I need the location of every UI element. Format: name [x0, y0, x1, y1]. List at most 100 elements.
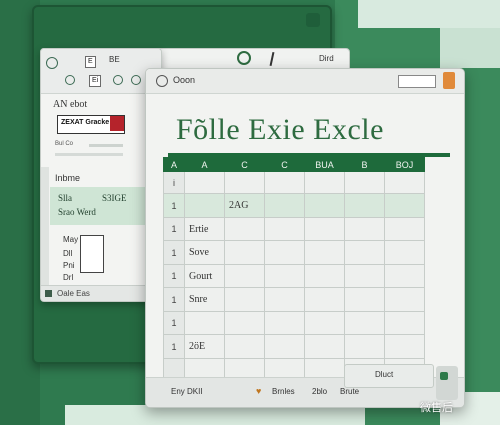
row-header[interactable]: 1: [163, 217, 185, 241]
column-header[interactable]: A: [184, 157, 225, 172]
table-cell[interactable]: [304, 287, 345, 312]
table-cell[interactable]: [264, 171, 305, 194]
table-cell[interactable]: [344, 217, 385, 241]
table-cell[interactable]: [384, 334, 425, 359]
text-placeholder: [55, 153, 123, 156]
table-cell[interactable]: [384, 217, 425, 241]
column-header[interactable]: C: [264, 157, 305, 172]
search-icon[interactable]: [237, 51, 251, 65]
row-header[interactable]: 1: [163, 287, 185, 312]
spreadsheet-window: Ooon Fõlle Exie Excle A A C C BUA B BOJ …: [145, 68, 465, 408]
row-header[interactable]: 1: [163, 311, 185, 335]
table-cell[interactable]: [264, 217, 305, 241]
table-cell[interactable]: [224, 311, 265, 335]
section-label: Inbme: [55, 173, 81, 183]
table-cell[interactable]: [304, 193, 345, 218]
table-cell[interactable]: [224, 287, 265, 312]
table-cell[interactable]: [264, 240, 305, 265]
list-item[interactable]: Drl: [63, 273, 73, 282]
table-cell[interactable]: Snre: [184, 287, 225, 312]
row-header[interactable]: 1: [163, 193, 185, 218]
table-cell[interactable]: [304, 334, 345, 359]
left-sidebar: [41, 167, 49, 293]
table-cell[interactable]: [224, 217, 265, 241]
table-cell[interactable]: [384, 240, 425, 265]
toolbar-label[interactable]: BE: [109, 55, 120, 64]
table-row: 1: [163, 311, 425, 335]
badge-flag: [110, 116, 124, 131]
table-cell[interactable]: [264, 193, 305, 218]
table-cell[interactable]: [264, 311, 305, 335]
table-cell[interactable]: [184, 193, 225, 218]
table-cell[interactable]: [344, 334, 385, 359]
corner-button[interactable]: [436, 366, 458, 400]
column-header[interactable]: BUA: [304, 157, 345, 172]
table-cell[interactable]: [304, 217, 345, 241]
table-cell[interactable]: [264, 264, 305, 288]
table-cell[interactable]: [224, 264, 265, 288]
table-cell[interactable]: [304, 264, 345, 288]
table-cell[interactable]: [264, 334, 305, 359]
status-label[interactable]: Brnles: [272, 387, 295, 396]
table-cell[interactable]: [384, 193, 425, 218]
table-cell[interactable]: [224, 334, 265, 359]
table-cell[interactable]: [304, 311, 345, 335]
table-cell[interactable]: [344, 264, 385, 288]
gear-icon[interactable]: [65, 75, 75, 85]
toolbar-box[interactable]: Ei: [89, 75, 102, 87]
table-cell[interactable]: [384, 287, 425, 312]
row-header[interactable]: 1: [163, 334, 185, 359]
table-cell[interactable]: [224, 240, 265, 265]
window-control[interactable]: [398, 75, 436, 88]
list-item[interactable]: Dll: [63, 249, 72, 258]
status-label: Eny DKII: [171, 387, 203, 396]
status-label[interactable]: Brute: [340, 387, 359, 396]
toolbar-box[interactable]: E: [85, 56, 96, 68]
column-header[interactable]: BOJ: [384, 157, 425, 172]
toolbar-label[interactable]: Dird: [319, 54, 334, 63]
table-cell[interactable]: [344, 240, 385, 265]
row-header[interactable]: i: [163, 171, 185, 194]
table-cell[interactable]: [344, 311, 385, 335]
table-cell[interactable]: [224, 171, 265, 194]
table-cell[interactable]: Ertie: [184, 217, 225, 241]
list-item[interactable]: Pni: [63, 261, 75, 270]
table-cell[interactable]: Gourt: [184, 264, 225, 288]
table-cell[interactable]: [304, 171, 345, 194]
table-cell[interactable]: [384, 171, 425, 194]
background-card: [65, 405, 365, 425]
row-header[interactable]: 1: [163, 240, 185, 265]
table-cell[interactable]: [304, 240, 345, 265]
column-header[interactable]: B: [344, 157, 385, 172]
column-header[interactable]: C: [224, 157, 265, 172]
table-row: i: [163, 171, 425, 194]
table-cell[interactable]: Sove: [184, 240, 225, 265]
list-item[interactable]: May: [63, 235, 78, 244]
table-cell[interactable]: 2AG: [224, 193, 265, 218]
row-header[interactable]: 1: [163, 264, 185, 288]
table-cell[interactable]: [344, 287, 385, 312]
table-cell[interactable]: [344, 171, 385, 194]
close-button[interactable]: [443, 72, 455, 89]
watermark: 微售后: [420, 402, 453, 414]
left-statusbar: Oale Eas: [41, 285, 161, 301]
heart-icon[interactable]: ♥: [256, 386, 261, 396]
column-header[interactable]: A: [163, 157, 185, 172]
share-icon[interactable]: [131, 75, 141, 85]
table-cell[interactable]: [264, 287, 305, 312]
table-cell[interactable]: [344, 193, 385, 218]
window-button[interactable]: [306, 13, 320, 27]
highlight-text: Srao Werd: [58, 207, 96, 217]
record-icon[interactable]: [46, 57, 58, 69]
table-cell[interactable]: [184, 171, 225, 194]
table-cell[interactable]: [384, 264, 425, 288]
pen-icon[interactable]: [269, 51, 275, 67]
table-cell[interactable]: [384, 311, 425, 335]
table-row: 1 2ӧE: [163, 334, 425, 359]
popup-panel[interactable]: Dluct: [344, 364, 434, 388]
refresh-icon[interactable]: [113, 75, 123, 85]
table-cell[interactable]: 2ӧE: [184, 334, 225, 359]
status-label[interactable]: 2blo: [312, 387, 327, 396]
mini-table-icon: [80, 235, 104, 273]
table-cell[interactable]: [184, 311, 225, 335]
